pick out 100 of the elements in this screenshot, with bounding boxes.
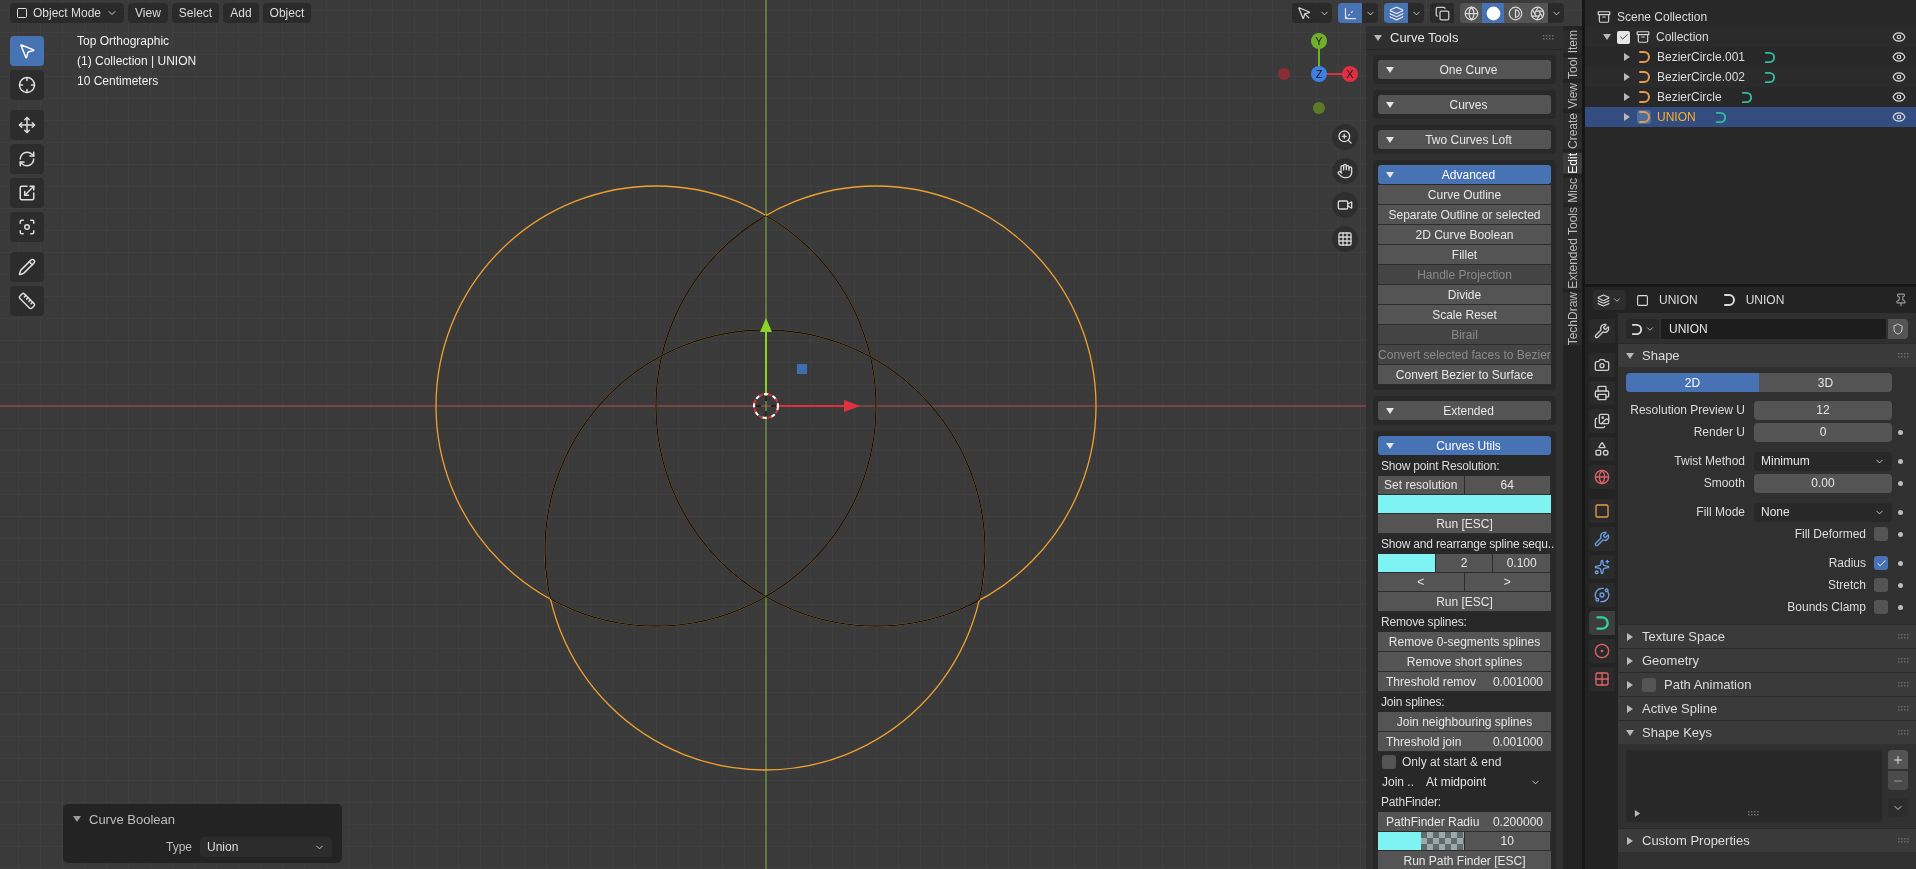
panel-header[interactable]: Shape — [1618, 343, 1916, 367]
properties-tab[interactable] — [1588, 409, 1615, 433]
color-swatch[interactable] — [1378, 495, 1551, 514]
toggle-button[interactable]: 2D — [1626, 373, 1759, 392]
tool-button[interactable]: Join neighbouring splines — [1378, 712, 1551, 732]
panel-header[interactable]: Texture Space — [1618, 624, 1916, 648]
number-field[interactable]: Threshold join 0.001000 — [1378, 732, 1551, 752]
value-button[interactable]: < — [1378, 573, 1465, 591]
panel-header[interactable]: Active Spline — [1618, 696, 1916, 720]
number-field[interactable]: 12 — [1754, 400, 1892, 420]
properties-tab[interactable] — [1588, 465, 1615, 489]
datablock-type-button[interactable] — [1626, 319, 1659, 339]
sidebar-tab[interactable]: View — [1563, 83, 1582, 110]
sidebar-tab[interactable]: Tool — [1563, 57, 1582, 80]
subpanel-header[interactable]: One Curve — [1378, 60, 1551, 79]
fake-user-button[interactable] — [1888, 319, 1908, 339]
properties-tab[interactable] — [1588, 353, 1615, 377]
properties-tab[interactable] — [1588, 555, 1615, 579]
properties-tab[interactable] — [1588, 611, 1615, 635]
tool-button[interactable]: Convert Bezier to Surface — [1378, 365, 1551, 385]
number-field[interactable]: PathFinder Radiu 0.200000 — [1378, 812, 1551, 832]
tool-button[interactable] — [10, 286, 44, 316]
tool-button[interactable] — [10, 110, 44, 140]
tool-button[interactable]: Curve Outline — [1378, 185, 1551, 205]
subpanel-header[interactable]: Extended — [1378, 401, 1551, 420]
properties-tab[interactable] — [1588, 583, 1615, 607]
shading-button[interactable] — [1526, 3, 1548, 23]
tool-button[interactable]: Fillet — [1378, 245, 1551, 265]
panel-header[interactable]: Path Animation — [1618, 672, 1916, 696]
value-button[interactable]: 0.100 — [1493, 554, 1551, 572]
toggle-button[interactable] — [1292, 3, 1316, 23]
shading-button[interactable] — [1482, 3, 1504, 23]
tool-button[interactable] — [10, 36, 44, 66]
add-button[interactable] — [1888, 750, 1908, 769]
number-field[interactable]: 0 — [1754, 422, 1892, 442]
checkbox[interactable] — [1642, 677, 1656, 692]
tool-button[interactable] — [10, 212, 44, 242]
tool-button[interactable]: Run [ESC] — [1378, 592, 1551, 612]
checkbox[interactable] — [1617, 30, 1630, 44]
type-dropdown[interactable]: Union — [200, 837, 332, 857]
sidebar-tab[interactable]: Edit — [1563, 153, 1582, 174]
tool-button[interactable]: Divide — [1378, 285, 1551, 305]
dropdown[interactable]: None — [1754, 502, 1892, 522]
sidebar-tab[interactable]: Extended Tools — [1563, 206, 1582, 289]
tool-button[interactable] — [10, 70, 44, 100]
toggle-button[interactable]: 3D — [1759, 373, 1892, 392]
menu-button[interactable] — [1888, 798, 1908, 817]
mode-dropdown[interactable]: Object Mode — [10, 3, 125, 23]
shading-button[interactable] — [1460, 3, 1482, 23]
editor-type-button[interactable] — [1593, 290, 1626, 310]
checkbox[interactable] — [1874, 578, 1888, 592]
tool-button[interactable]: Run [ESC] — [1378, 514, 1551, 534]
tool-button[interactable]: Remove short splines — [1378, 652, 1551, 672]
menu-item[interactable]: Select — [171, 3, 220, 23]
subpanel-header[interactable]: Curves — [1378, 95, 1551, 114]
toggle-button[interactable] — [1430, 3, 1454, 23]
sidebar-tab[interactable]: Create — [1563, 113, 1582, 150]
tool-button[interactable] — [10, 252, 44, 282]
dropdown[interactable]: Minimum — [1754, 451, 1892, 471]
value-button[interactable]: 10 — [1464, 832, 1551, 850]
checkbox[interactable] — [1382, 755, 1396, 769]
properties-tab[interactable] — [1588, 437, 1615, 461]
value-button[interactable]: 2 — [1435, 554, 1494, 572]
value-button[interactable]: Set resolution — [1378, 476, 1465, 494]
tool-button[interactable]: Separate Outline or selected — [1378, 205, 1551, 225]
sidebar-tab[interactable]: Misc — [1563, 177, 1582, 203]
sidebar-tab[interactable]: TechDraw — [1563, 292, 1582, 346]
color-swatch[interactable] — [1378, 554, 1436, 572]
number-field[interactable]: 0.00 — [1754, 473, 1892, 493]
tool-button[interactable]: Run Path Finder [ESC] — [1378, 851, 1551, 869]
menu-item[interactable]: View — [128, 3, 168, 23]
checkbox[interactable] — [1874, 600, 1888, 614]
datablock-name-field[interactable]: UNION — [1661, 319, 1886, 339]
tool-button[interactable] — [10, 144, 44, 174]
panel-header[interactable]: Geometry — [1618, 648, 1916, 672]
sidebar-tab[interactable]: Item — [1563, 30, 1582, 54]
menu-item[interactable]: Add — [223, 3, 259, 23]
outliner-row[interactable]: UNION — [1585, 107, 1916, 127]
properties-tab[interactable] — [1588, 639, 1615, 663]
tool-button[interactable]: Remove 0-segments splines — [1378, 632, 1551, 652]
tool-button[interactable] — [10, 178, 44, 208]
tool-button[interactable]: Scale Reset — [1378, 305, 1551, 325]
tool-button[interactable]: 2D Curve Boolean — [1378, 225, 1551, 245]
color-swatch[interactable] — [1378, 832, 1465, 850]
toggle-button[interactable] — [1384, 3, 1408, 23]
checkbox[interactable] — [1874, 527, 1888, 541]
value-button[interactable]: > — [1464, 573, 1551, 591]
shading-button[interactable] — [1504, 3, 1526, 23]
subpanel-header[interactable]: Advanced — [1378, 165, 1551, 184]
properties-tab[interactable] — [1588, 499, 1615, 523]
subpanel-header[interactable]: Curves Utils — [1378, 436, 1551, 455]
checkbox[interactable] — [1874, 556, 1888, 570]
toggle-button[interactable] — [1338, 3, 1362, 23]
panel-header[interactable]: Custom Properties — [1618, 828, 1916, 852]
panel-header[interactable]: Shape Keys — [1618, 720, 1916, 744]
menu-item[interactable]: Object — [262, 3, 312, 23]
number-field[interactable]: Threshold remov 0.001000 — [1378, 672, 1551, 692]
properties-tab[interactable] — [1588, 527, 1615, 551]
subpanel-header[interactable]: Two Curves Loft — [1378, 130, 1551, 149]
properties-tab[interactable] — [1588, 381, 1615, 405]
